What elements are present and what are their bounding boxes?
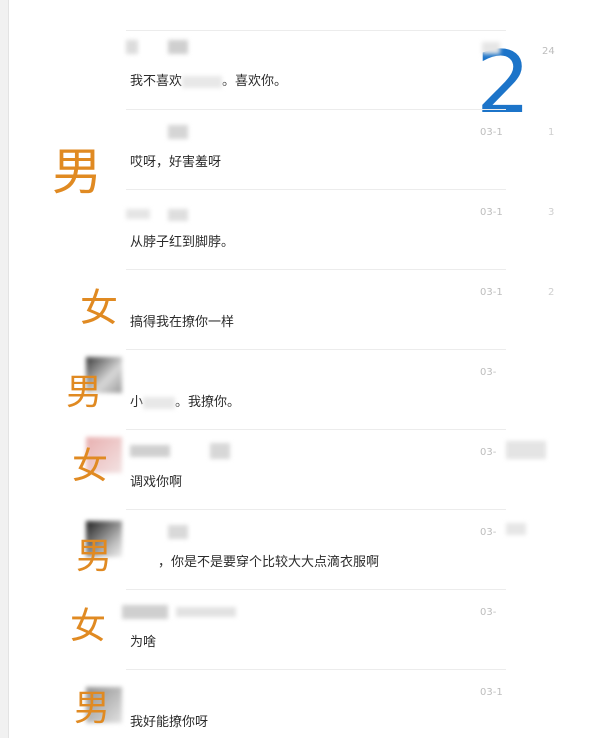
message-text: 搞得我在撩你一样 — [130, 315, 235, 330]
gender-label-female: 女 — [80, 286, 119, 330]
redacted-name — [168, 125, 188, 139]
gender-label-female: 女 — [70, 606, 107, 647]
gender-label-male: 男 — [74, 688, 111, 729]
redacted-name — [130, 445, 170, 457]
redacted-name — [126, 40, 138, 54]
message-text-part: 我不喜欢 — [130, 74, 183, 89]
message-row[interactable]: 03-1 3 从脖子红到脚脖。 — [0, 189, 597, 269]
message-row[interactable]: 03-1 2 搞得我在撩你一样 女 — [0, 269, 597, 349]
side-counter: 2 — [548, 287, 555, 298]
redacted-time — [506, 441, 546, 459]
message-row[interactable]: 03- 为啥 女 — [0, 589, 597, 669]
message-text: 从脖子红到脚脖。 — [130, 235, 235, 250]
message-time: 03- — [480, 607, 497, 618]
message-row[interactable]: 03- ，你是不是要穿个比较大大点滴衣服啊 男 — [0, 509, 597, 589]
message-time: 03- — [480, 527, 497, 538]
message-time: 03-1 — [480, 687, 503, 698]
message-row[interactable]: 03-1 1 哎呀，好害羞呀 男 — [0, 109, 597, 197]
redacted-name — [168, 40, 188, 54]
message-text-part: 。喜欢你。 — [222, 74, 288, 89]
redacted-name — [126, 209, 150, 219]
chat-screenshot: 2 24 我不喜欢 。喜欢你。 03-1 1 哎呀，好害羞呀 男 03-1 3 从… — [0, 0, 597, 738]
gender-label-female: 女 — [72, 446, 109, 487]
redacted-name — [176, 607, 236, 617]
message-text: 为啥 — [130, 635, 157, 650]
redacted-time — [506, 523, 526, 535]
message-row[interactable]: 24 我不喜欢 。喜欢你。 — [0, 30, 597, 110]
gender-label-male: 男 — [76, 536, 113, 577]
message-text: 小 。我撩你。 — [130, 391, 240, 410]
redacted-name — [210, 443, 230, 459]
message-time: 03-1 — [480, 207, 503, 218]
redacted-word — [182, 75, 223, 88]
redacted-word — [143, 396, 176, 409]
message-text-part: 小 — [130, 395, 144, 410]
redacted-time — [482, 42, 500, 54]
message-row[interactable]: 03-1 我好能撩你呀 男 — [0, 669, 597, 749]
gender-label-male: 男 — [66, 372, 103, 413]
message-row[interactable]: 03- 小 。我撩你。 男 — [0, 349, 597, 429]
redacted-name — [122, 605, 168, 619]
message-row[interactable]: 03- 调戏你啊 女 — [0, 429, 597, 509]
message-text: 我不喜欢 。喜欢你。 — [130, 70, 287, 89]
redacted-name — [168, 209, 188, 221]
message-text: 我好能撩你呀 — [130, 715, 209, 730]
side-counter: 3 — [548, 207, 555, 218]
redacted-name — [168, 525, 188, 539]
side-counter: 1 — [548, 127, 555, 138]
message-time: 24 — [542, 46, 555, 57]
message-text-part: 。我撩你。 — [175, 395, 241, 410]
message-time: 03-1 — [480, 287, 503, 298]
message-time: 03- — [480, 447, 497, 458]
message-time: 03- — [480, 367, 497, 378]
message-text: 哎呀，好害羞呀 — [130, 155, 222, 170]
message-time: 03-1 — [480, 127, 503, 138]
message-text: ，你是不是要穿个比较大大点滴衣服啊 — [158, 555, 380, 570]
message-text: 调戏你啊 — [130, 475, 183, 490]
